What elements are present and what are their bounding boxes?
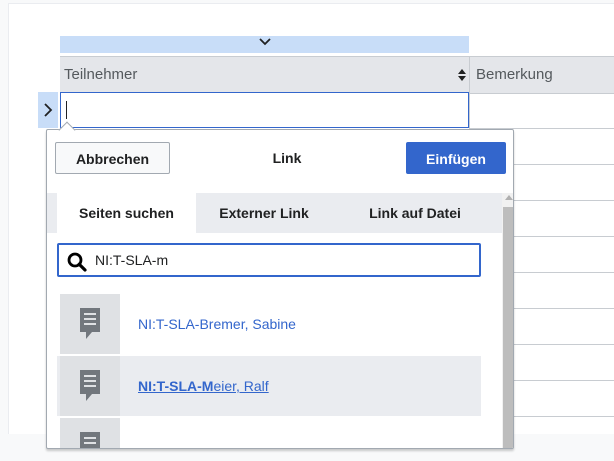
column-header-teilnehmer[interactable]: Teilnehmer [64,57,466,93]
search-input[interactable] [95,249,465,271]
search-icon [67,252,87,272]
result-thumbnail [60,294,120,354]
tab-seiten-suchen[interactable]: Seiten suchen [57,193,196,233]
table-header: Teilnehmer Bemerkung [60,56,614,94]
tab-externer-link[interactable]: Externer Link [209,193,319,233]
search-result-item-selected[interactable]: NI:T-SLA-Meier, Ralf [57,356,481,416]
chevron-down-icon[interactable] [256,33,274,51]
result-title[interactable]: NI:T-SLA-Bremer, Sabine [138,294,296,354]
result-thumbnail [60,356,120,416]
column-header-bemerkung[interactable]: Bemerkung [469,57,614,93]
active-cell-input[interactable] [60,92,469,128]
column-toolbar[interactable] [60,36,469,53]
tab-bar: Seiten suchen Externer Link Link auf Dat… [47,193,502,233]
result-title-rest: eier, Ralf [213,378,269,394]
sort-icon[interactable] [457,57,467,93]
page-icon [80,432,100,448]
page-search-field[interactable] [57,243,481,277]
column-header-label: Bemerkung [476,66,553,83]
scrollbar-thumb[interactable] [503,207,513,448]
result-thumbnail [60,418,120,448]
search-result-item[interactable] [57,418,481,448]
column-header-label: Teilnehmer [64,66,138,83]
text-caret [66,101,67,119]
result-title-match: NI:T-SLA-M [138,378,214,394]
scroll-up-arrow-icon[interactable] [505,195,513,200]
chevron-right-icon[interactable] [41,102,55,118]
result-title[interactable]: NI:T-SLA-Meier, Ralf [138,356,269,416]
search-result-item[interactable]: NI:T-SLA-Bremer, Sabine [57,294,481,354]
scrollbar[interactable] [502,193,513,448]
dialog-title: Link [272,150,302,166]
page-icon [80,370,100,401]
link-dialog: Abbrechen Link Einfügen Seiten suchen Ex… [46,129,514,449]
page-icon [80,308,100,339]
insert-button[interactable]: Einfügen [406,142,506,174]
tab-link-auf-datei[interactable]: Link auf Datei [335,193,495,233]
cancel-button[interactable]: Abbrechen [55,142,170,174]
row-handle[interactable] [38,92,58,128]
